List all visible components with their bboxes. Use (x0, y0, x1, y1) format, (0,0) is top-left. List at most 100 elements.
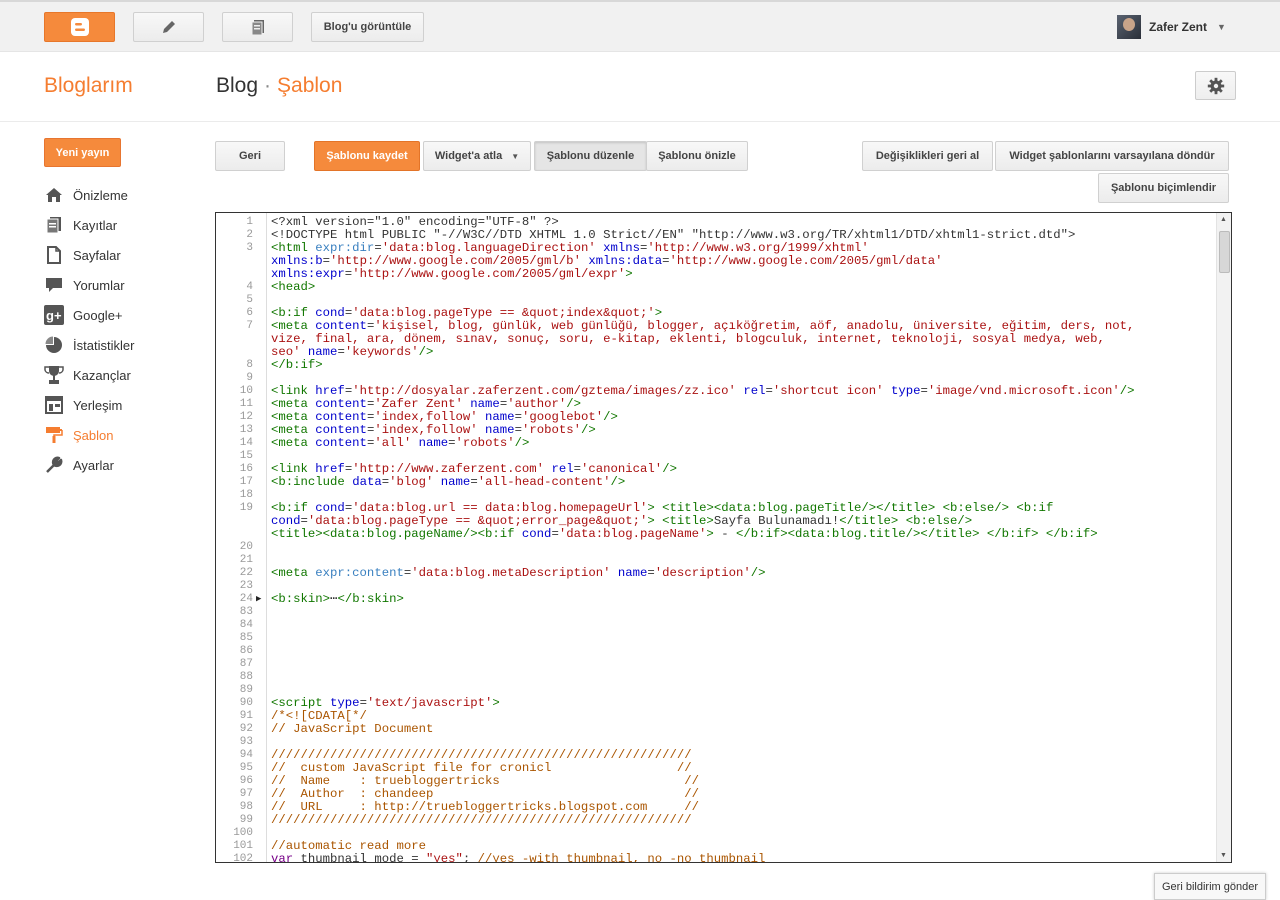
code-token: 'blog' (389, 475, 434, 489)
back-button[interactable]: Geri (215, 141, 285, 171)
code-line[interactable]: <title><data:blog.pageName/><b:if cond='… (216, 528, 1216, 541)
breadcrumb: Blog · Şablon (216, 74, 342, 98)
code-line[interactable]: 92 // JavaScript Document (216, 723, 1216, 736)
code-token: 'data:blog.languageDirection' (381, 241, 596, 255)
sidebar-item-google-plus[interactable]: g+ Google+ (44, 300, 204, 330)
code-token: = (647, 566, 655, 580)
code-text: ////////////////////////////////////////… (267, 814, 692, 827)
code-line[interactable]: 88 (216, 671, 1216, 684)
sidebar-item-pages[interactable]: Sayfalar (44, 240, 204, 270)
line-number: 101 (233, 840, 253, 852)
code-token: xmlns:expr (271, 267, 345, 281)
line-number: 94 (239, 749, 253, 761)
fold-arrow-icon[interactable]: ▶ (256, 593, 261, 606)
jump-to-widget-dropdown[interactable]: Widget'a atla ▼ (423, 141, 531, 171)
code-token: type (890, 384, 921, 398)
user-menu[interactable]: Zafer Zent ▼ (1117, 15, 1226, 39)
code-line[interactable]: 86 (216, 645, 1216, 658)
scroll-down-arrow-icon[interactable]: ▼ (1220, 852, 1227, 859)
code-token: name (485, 423, 515, 437)
view-blog-button[interactable]: Blog'u görüntüle (311, 12, 424, 42)
sidebar-item-layout[interactable]: Yerleşim (44, 390, 204, 420)
sidebar-item-earnings[interactable]: Kazançlar (44, 360, 204, 390)
code-token: 'data:blog.metaDescription' (411, 566, 611, 580)
code-token: </b:if> (986, 527, 1039, 541)
sidebar-item-label: Ayarlar (73, 457, 114, 473)
code-line[interactable]: 102 var thumbnail_mode = "yes"; //yes -wi… (216, 853, 1216, 863)
code-token: 'all-head-content' (477, 475, 611, 489)
code-token: <!DOCTYPE html PUBLIC "-//W3C//DTD XHTML… (271, 228, 1076, 242)
code-line[interactable]: 99 //////////////////////////////////////… (216, 814, 1216, 827)
code-token: // URL : http://truebloggertricks.blogsp… (271, 800, 700, 814)
line-number (216, 515, 267, 528)
revert-widget-templates-button[interactable]: Widget şablonlarını varsayılana döndür (995, 141, 1229, 171)
code-token: href (315, 384, 345, 398)
code-line[interactable]: 17 <b:include data='blog' name='all-head-… (216, 476, 1216, 489)
vertical-scrollbar[interactable]: ▲ ▼ (1216, 213, 1231, 862)
code-token: 'http://www.google.com/2005/gml/b' (330, 254, 581, 268)
code-line[interactable]: 20 (216, 541, 1216, 554)
sidebar-item-overview[interactable]: Önizleme (44, 180, 204, 210)
code-token: content (315, 423, 367, 437)
code-line[interactable]: seo' name='keywords'/> (216, 346, 1216, 359)
code-token: = (470, 475, 478, 489)
save-template-button[interactable]: Şablonu kaydet (314, 141, 420, 171)
code-token: 'http://www.w3.org/1999/xhtml' (647, 241, 869, 255)
new-post-pencil-button[interactable] (133, 12, 204, 42)
google-plus-icon: g+ (44, 305, 64, 325)
sidebar-item-comments[interactable]: Yorumlar (44, 270, 204, 300)
code-line[interactable]: 8 </b:if> (216, 359, 1216, 372)
code-token: content (315, 397, 367, 411)
blogger-logo-button[interactable] (44, 12, 115, 42)
page-title: Şablon (277, 74, 343, 97)
code-editor[interactable]: 1 <?xml version="1.0" encoding="UTF-8" ?>… (215, 212, 1232, 863)
code-line[interactable]: 14 <meta content='all' name='robots'/> (216, 437, 1216, 450)
code-line[interactable]: 85 (216, 632, 1216, 645)
documents-icon (251, 20, 264, 36)
scrollbar-thumb[interactable] (1219, 231, 1230, 273)
code-token: 'robots' (455, 436, 515, 450)
code-line[interactable]: 4 <head> (216, 281, 1216, 294)
code-token: <title><data:blog.pageTitle/></title> (662, 501, 936, 515)
sidebar-item-posts[interactable]: Kayıtlar (44, 210, 204, 240)
code-lines[interactable]: 1 <?xml version="1.0" encoding="UTF-8" ?>… (216, 216, 1216, 863)
format-template-button[interactable]: Şablonu biçimlendir (1098, 173, 1229, 203)
code-line[interactable]: 87 (216, 658, 1216, 671)
code-token: content (315, 436, 367, 450)
code-line[interactable]: 22 <meta expr:content = 'data:blog.metaDesc… (216, 567, 1216, 580)
preview-template-button[interactable]: Şablonu önizle (646, 141, 748, 171)
code-token: </b:skin> (337, 592, 404, 606)
line-number: 92 (239, 723, 253, 735)
line-number: 15 (239, 450, 253, 462)
scroll-up-arrow-icon[interactable]: ▲ (1220, 216, 1227, 223)
sidebar-item-settings[interactable]: Ayarlar (44, 450, 204, 480)
breadcrumb-blog[interactable]: Blog (216, 74, 258, 97)
code-token: vize, final, ara, dönem, sınav, sonuç, s… (271, 332, 1105, 346)
posts-list-button[interactable] (222, 12, 293, 42)
revert-changes-button[interactable]: Değişiklikleri geri al (862, 141, 993, 171)
new-post-button[interactable]: Yeni yayın (44, 138, 121, 167)
line-number: 10 (239, 385, 253, 397)
code-token: <b:else/> (905, 514, 973, 528)
code-token: seo' (271, 345, 301, 359)
code-token: cond (521, 527, 552, 541)
code-line[interactable]: 83 (216, 606, 1216, 619)
settings-button[interactable] (1195, 71, 1236, 100)
line-number: 7 (246, 320, 253, 332)
code-token: cond (315, 306, 345, 320)
code-line[interactable]: 84 (216, 619, 1216, 632)
send-feedback-button[interactable]: Geri bildirim gönder (1154, 873, 1266, 900)
my-blogs-link[interactable]: Bloglarım (44, 74, 133, 98)
code-token: expr:dir (315, 241, 375, 255)
sidebar-item-stats[interactable]: İstatistikler (44, 330, 204, 360)
code-line[interactable]: 24 ▶ <b:skin>⋯</b:skin> (216, 593, 1216, 606)
code-token: </b:if> (1045, 527, 1098, 541)
sidebar-item-template[interactable]: Şablon (44, 420, 204, 450)
edit-template-button[interactable]: Şablonu düzenle (534, 141, 647, 171)
line-number: 85 (239, 632, 253, 644)
code-token: 'keywords' (344, 345, 419, 359)
code-line[interactable]: xmlns:expr='http://www.google.com/2005/g… (216, 268, 1216, 281)
